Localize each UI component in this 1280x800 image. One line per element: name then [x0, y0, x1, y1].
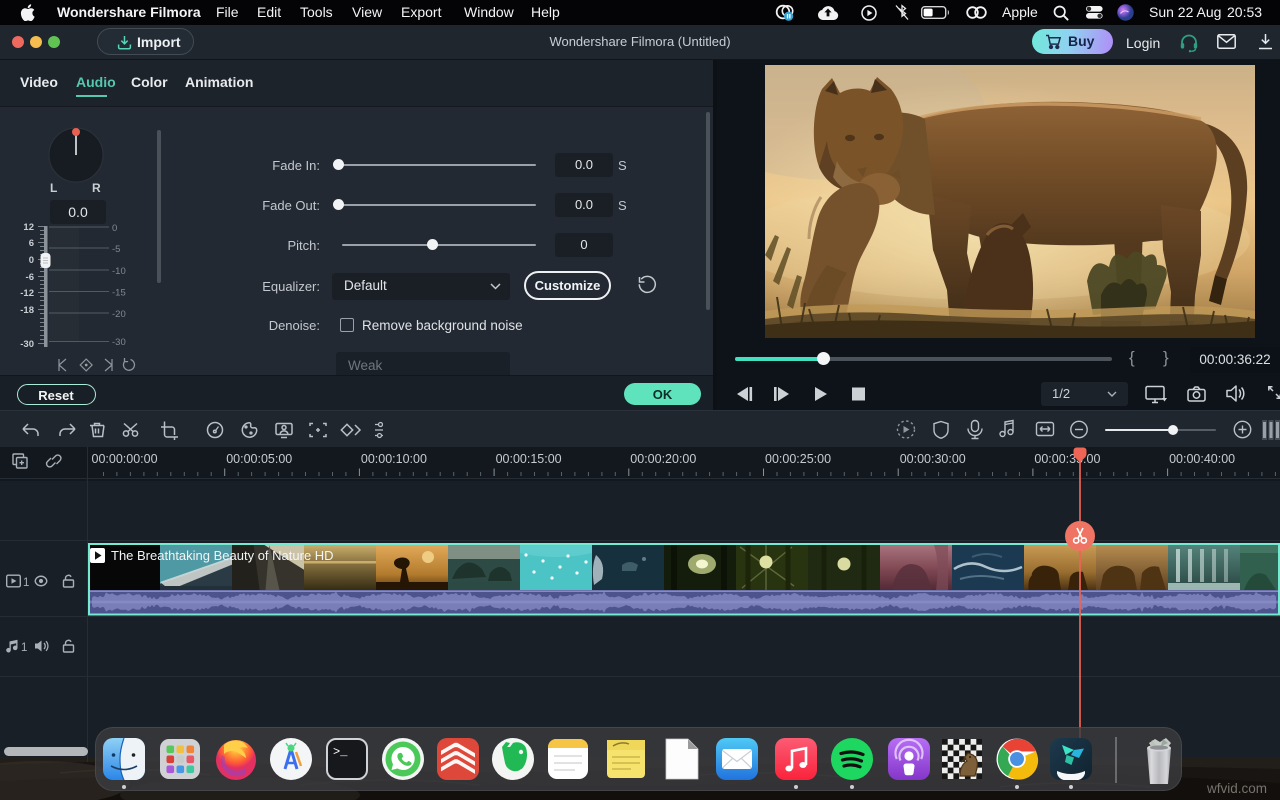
svg-text:1: 1 — [23, 577, 29, 588]
svg-text:-15: -15 — [112, 288, 126, 299]
svg-text:-5: -5 — [112, 244, 120, 255]
svg-text:00:00:00:00: 00:00:00:00 — [92, 452, 158, 466]
svg-text:00:00:20:00: 00:00:20:00 — [630, 452, 696, 466]
svg-text:00:00:15:00: 00:00:15:00 — [496, 452, 562, 466]
svg-text:-30: -30 — [112, 337, 126, 348]
svg-text:00:00:05:00: 00:00:05:00 — [226, 452, 292, 466]
svg-text:1: 1 — [21, 642, 27, 653]
svg-text:-20: -20 — [112, 309, 126, 320]
svg-text:6: 6 — [29, 238, 34, 249]
svg-text:-12: -12 — [20, 288, 34, 299]
svg-text:00:00:40:00: 00:00:40:00 — [1169, 452, 1235, 466]
svg-text:00:00:10:00: 00:00:10:00 — [361, 452, 427, 466]
svg-text:0: 0 — [29, 255, 34, 266]
svg-text:-18: -18 — [20, 305, 34, 316]
svg-text:00:00:35:00: 00:00:35:00 — [1034, 452, 1100, 466]
svg-text:12: 12 — [23, 222, 34, 233]
svg-text:0: 0 — [112, 223, 117, 234]
svg-text:-10: -10 — [112, 266, 126, 277]
svg-text:-6: -6 — [26, 272, 34, 283]
svg-text:-30: -30 — [20, 339, 34, 350]
svg-text:>_: >_ — [333, 745, 348, 759]
svg-text:00:00:30:00: 00:00:30:00 — [900, 452, 966, 466]
svg-text:00:00:25:00: 00:00:25:00 — [765, 452, 831, 466]
